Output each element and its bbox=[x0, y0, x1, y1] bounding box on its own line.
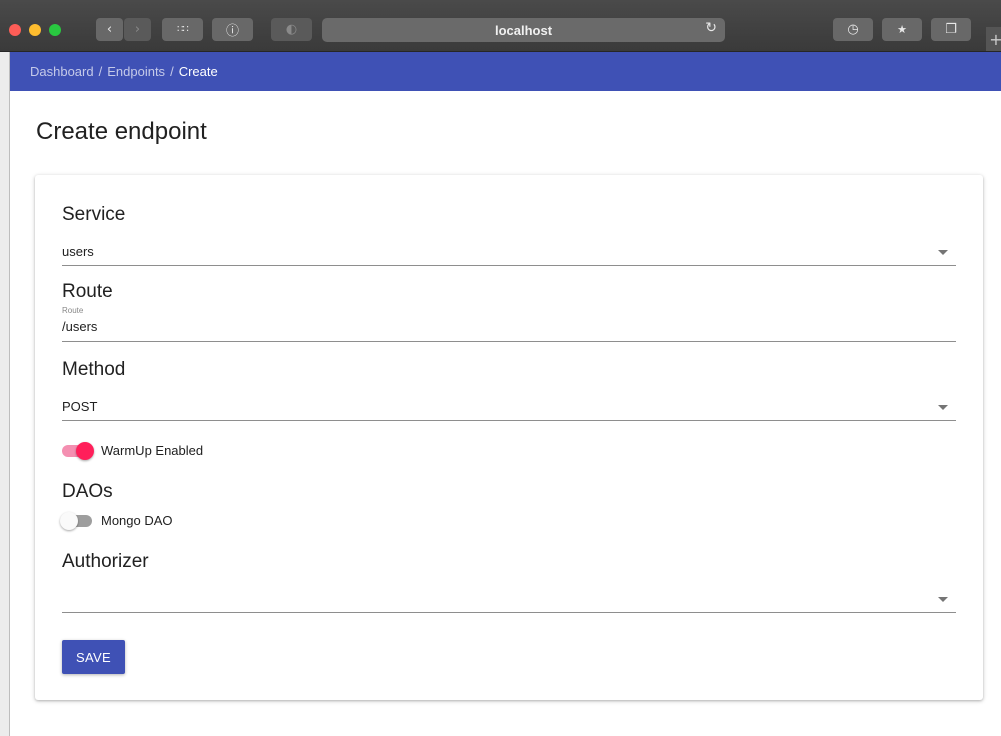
route-field[interactable]: Route bbox=[62, 306, 956, 342]
authorizer-select[interactable] bbox=[62, 583, 956, 613]
grid-icon: ∷∷ bbox=[177, 24, 189, 35]
method-select[interactable]: POST bbox=[62, 391, 956, 421]
method-label: Method bbox=[62, 359, 126, 380]
minimize-window-button[interactable] bbox=[29, 24, 41, 36]
save-button[interactable]: SAVE bbox=[62, 640, 125, 674]
service-value: users bbox=[62, 244, 94, 259]
info-button[interactable]: ⓘ bbox=[212, 18, 253, 41]
chevron-right-icon: › bbox=[134, 22, 141, 37]
breadcrumb-separator: / bbox=[98, 64, 103, 79]
url-text: localhost bbox=[494, 22, 553, 38]
dropdown-arrow-icon bbox=[938, 250, 948, 255]
breadcrumb-separator: / bbox=[170, 64, 174, 79]
close-window-button[interactable] bbox=[9, 24, 21, 36]
breadcrumb: Dashboard / Endpoints / Create bbox=[30, 64, 218, 79]
toggle-thumb bbox=[76, 441, 94, 460]
back-button[interactable]: ‹ bbox=[96, 18, 123, 41]
warmup-label: WarmUp Enabled bbox=[101, 443, 204, 458]
info-icon: ⓘ bbox=[225, 24, 239, 39]
new-tab-button[interactable]: + bbox=[986, 27, 1001, 51]
mongo-dao-toggle[interactable] bbox=[60, 511, 92, 530]
warmup-toggle-row: WarmUp Enabled bbox=[62, 441, 204, 460]
privacy-button[interactable]: ◐ bbox=[271, 18, 312, 41]
breadcrumb-current: Create bbox=[178, 64, 218, 79]
reload-icon[interactable]: ↻ bbox=[705, 20, 717, 36]
window-frame bbox=[0, 52, 10, 736]
route-label: Route bbox=[62, 281, 113, 302]
route-input[interactable] bbox=[62, 319, 956, 334]
history-button[interactable]: ◷ bbox=[833, 18, 873, 41]
forward-button[interactable]: › bbox=[124, 18, 151, 41]
browser-toolbar: ‹ › ∷∷ ⓘ ◐ localhost ↻ ◷ ★ ❐ + bbox=[0, 0, 1001, 52]
tabs-icon: ❐ bbox=[945, 22, 957, 37]
clock-icon: ◷ bbox=[847, 22, 859, 37]
service-select[interactable]: users bbox=[62, 236, 956, 266]
maximize-window-button[interactable] bbox=[49, 24, 61, 36]
breadcrumb-dashboard[interactable]: Dashboard bbox=[30, 64, 94, 79]
authorizer-label: Authorizer bbox=[62, 551, 149, 572]
dropdown-arrow-icon bbox=[938, 405, 948, 410]
download-icon: ★ bbox=[897, 23, 907, 36]
tabs-overview-button[interactable]: ❐ bbox=[931, 18, 971, 41]
warmup-toggle[interactable] bbox=[62, 441, 94, 460]
method-value: POST bbox=[62, 399, 98, 414]
toggle-thumb bbox=[60, 511, 78, 530]
app-bar: Dashboard / Endpoints / Create bbox=[10, 52, 1001, 91]
breadcrumb-endpoints[interactable]: Endpoints bbox=[107, 64, 165, 79]
endpoint-form-card: Service users Route Route Method POST Wa… bbox=[35, 175, 983, 700]
page-title: Create endpoint bbox=[36, 118, 207, 145]
apps-button[interactable]: ∷∷ bbox=[162, 18, 203, 41]
downloads-button[interactable]: ★ bbox=[882, 18, 922, 41]
address-bar[interactable]: localhost ↻ bbox=[322, 18, 725, 42]
shield-icon: ◐ bbox=[285, 22, 298, 37]
dao-toggle-row: Mongo DAO bbox=[60, 511, 173, 530]
daos-label: DAOs bbox=[62, 481, 113, 502]
route-field-hint: Route bbox=[62, 306, 84, 315]
mongo-dao-label: Mongo DAO bbox=[101, 513, 173, 528]
dropdown-arrow-icon bbox=[938, 597, 948, 602]
service-label: Service bbox=[62, 204, 126, 225]
chevron-left-icon: ‹ bbox=[106, 22, 113, 37]
plus-icon: + bbox=[989, 29, 1001, 49]
